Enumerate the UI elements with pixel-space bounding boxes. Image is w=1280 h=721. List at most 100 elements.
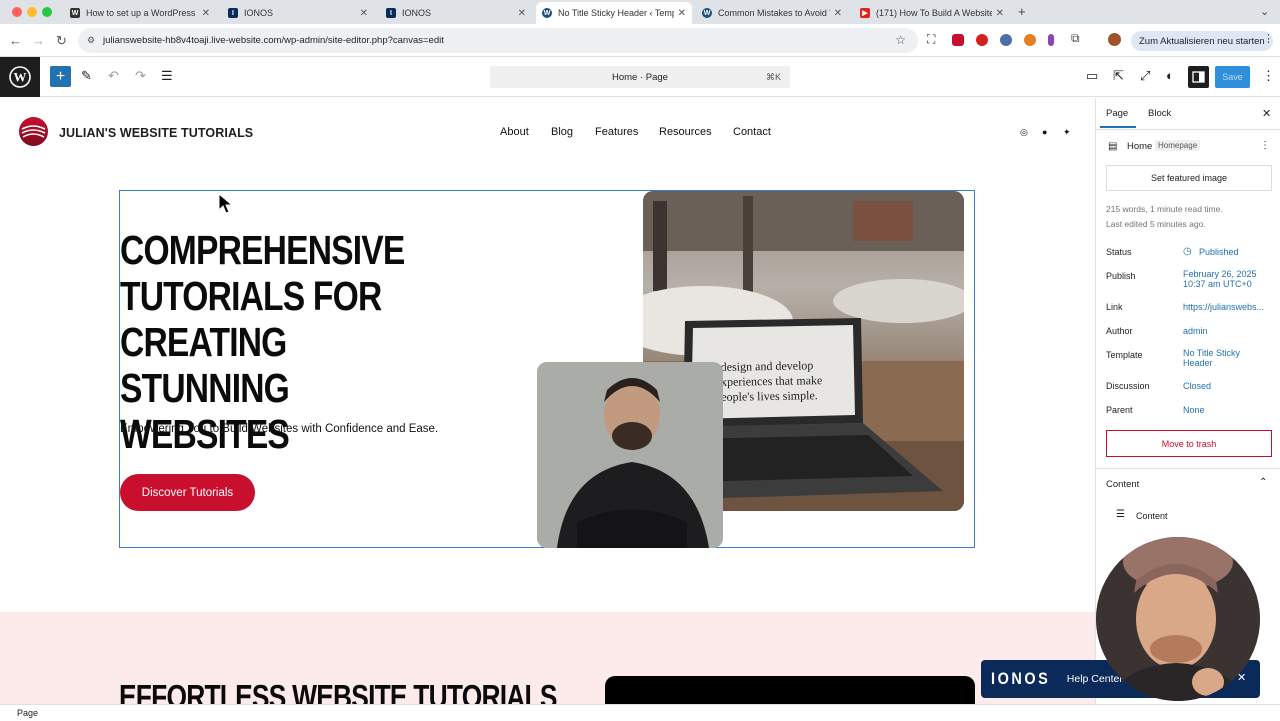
close-tab-icon[interactable]: ✕: [996, 8, 1004, 19]
instagram-icon[interactable]: ◎: [1020, 127, 1028, 138]
browser-tab[interactable]: W How to set up a WordPress W ✕: [64, 2, 216, 24]
content-panel-title[interactable]: Content: [1106, 479, 1139, 490]
nav-link-resources[interactable]: Resources: [659, 126, 712, 138]
extension-icon[interactable]: [1048, 34, 1054, 46]
hero-subheading[interactable]: Empowering You to Build Websites with Co…: [120, 423, 438, 435]
svg-text:W: W: [14, 70, 27, 85]
command-palette-bar[interactable]: Home · Page ⌘K: [490, 66, 790, 88]
reload-icon[interactable]: ↻: [56, 34, 67, 47]
template-label: Template: [1106, 350, 1143, 360]
discussion-value[interactable]: Closed: [1183, 381, 1275, 391]
close-sidebar-icon[interactable]: ✕: [1262, 107, 1271, 120]
close-window-button[interactable]: [12, 7, 22, 17]
site-title[interactable]: JULIAN'S WEBSITE TUTORIALS: [59, 126, 253, 140]
discover-tutorials-button[interactable]: Discover Tutorials: [120, 474, 255, 511]
close-tab-icon[interactable]: ✕: [678, 8, 686, 19]
fullscreen-icon[interactable]: ⤢: [1140, 69, 1150, 83]
nav-link-about[interactable]: About: [500, 126, 529, 138]
close-tab-icon[interactable]: ✕: [360, 8, 368, 19]
set-featured-image-label: Set featured image: [1150, 173, 1228, 183]
word-count-text: 215 words, 1 minute read time.: [1106, 204, 1223, 214]
hero-group-block[interactable]: COMPREHENSIVE TUTORIALS FOR CREATING STU…: [119, 190, 975, 548]
desktop-preview-icon[interactable]: ▭: [1086, 69, 1098, 83]
profile-avatar-icon[interactable]: [1108, 33, 1121, 46]
help-center-label: Help Center: [1066, 673, 1123, 685]
twitter-icon[interactable]: ✦: [1063, 127, 1071, 138]
published-check-icon: ◷: [1183, 246, 1192, 257]
content-item[interactable]: Content: [1136, 511, 1168, 521]
parent-value[interactable]: None: [1183, 405, 1275, 415]
browser-tab-bar: W How to set up a WordPress W ✕ I IONOS …: [0, 0, 1280, 24]
extensions-puzzle-icon[interactable]: ⧉: [1071, 31, 1080, 46]
tab-label: (171) How To Build A Website: [876, 8, 992, 18]
tab-list-chevron-icon[interactable]: ⌄: [1260, 5, 1269, 18]
bookmark-star-icon[interactable]: ☆: [895, 33, 906, 47]
options-menu-icon[interactable]: ⋮: [1262, 69, 1275, 83]
ionos-favicon-icon: I: [228, 8, 238, 18]
mouse-cursor-icon: [218, 193, 234, 214]
document-overview-icon[interactable]: ☰: [161, 69, 173, 83]
hero-heading-line: TUTORIALS FOR: [120, 273, 382, 319]
redo-icon[interactable]: ↷: [135, 69, 146, 83]
browser-tab-active[interactable]: W No Title Sticky Header ‹ Temp ✕: [536, 2, 692, 24]
update-restart-label: Zum Aktualisieren neu starten: [1139, 35, 1265, 47]
tab-label: How to set up a WordPress W: [86, 8, 198, 18]
browser-tab[interactable]: I IONOS ✕: [380, 2, 532, 24]
close-tab-icon[interactable]: ✕: [202, 8, 210, 19]
author-value[interactable]: admin: [1183, 326, 1275, 336]
wordpress-logo-icon[interactable]: W: [0, 57, 40, 97]
add-block-button[interactable]: +: [50, 66, 71, 87]
update-restart-button[interactable]: Zum Aktualisieren neu starten: [1131, 31, 1273, 51]
breadcrumb-page[interactable]: Page: [17, 708, 38, 718]
tab-block[interactable]: Block: [1148, 108, 1171, 119]
portrait-image[interactable]: [537, 362, 723, 548]
browser-tab[interactable]: ▶ (171) How To Build A Website ✕: [854, 2, 1010, 24]
browser-tab[interactable]: W Common Mistakes to Avoid W ✕: [696, 2, 848, 24]
extension-icon[interactable]: [1000, 34, 1012, 46]
dark-media-block[interactable]: [605, 676, 975, 704]
chevron-up-icon[interactable]: ⌃: [1259, 477, 1267, 488]
view-page-external-icon[interactable]: ⇱: [1113, 69, 1124, 83]
styles-contrast-icon[interactable]: ◐: [1166, 69, 1174, 83]
maximize-window-button[interactable]: [42, 7, 52, 17]
tab-page[interactable]: Page: [1106, 108, 1128, 119]
browser-tab[interactable]: I IONOS ✕: [222, 2, 374, 24]
nav-link-contact[interactable]: Contact: [733, 126, 771, 138]
screenshot-icon[interactable]: ⛶: [927, 32, 935, 47]
set-featured-image-button[interactable]: Set featured image: [1106, 165, 1272, 191]
site-logo-icon[interactable]: [19, 117, 48, 146]
forward-arrow-icon[interactable]: →: [32, 34, 45, 47]
save-button[interactable]: Save: [1215, 66, 1250, 88]
nav-link-features[interactable]: Features: [595, 126, 638, 138]
browser-menu-icon[interactable]: ⋮: [1263, 32, 1274, 45]
features-section[interactable]: EFFORTLESS WEBSITE TUTORIALS: [0, 612, 1095, 704]
close-tab-icon[interactable]: ✕: [834, 8, 842, 19]
new-tab-icon[interactable]: +: [1018, 4, 1026, 19]
undo-icon[interactable]: ↶: [108, 69, 119, 83]
page-actions-menu-icon[interactable]: ⋮: [1260, 140, 1270, 151]
facebook-icon[interactable]: ●: [1042, 127, 1047, 137]
section-heading[interactable]: EFFORTLESS WEBSITE TUTORIALS: [119, 678, 557, 704]
move-to-trash-button[interactable]: Move to trash: [1106, 430, 1272, 457]
ionos-logo: IONOS: [991, 669, 1051, 688]
minimize-window-button[interactable]: [27, 7, 37, 17]
wordpress-favicon-icon: W: [542, 8, 552, 18]
adblock-extension-icon[interactable]: [976, 34, 988, 46]
template-value[interactable]: No Title Sticky Header: [1183, 348, 1253, 368]
pencil-tools-icon[interactable]: ✎: [81, 69, 92, 83]
publish-label: Publish: [1106, 271, 1136, 281]
extension-icon[interactable]: [1024, 34, 1036, 46]
move-to-trash-label: Move to trash: [1161, 438, 1217, 449]
laptop-screen-text: xperiences that make: [720, 373, 823, 389]
status-value[interactable]: Published: [1199, 247, 1280, 257]
back-arrow-icon[interactable]: ←: [9, 34, 22, 47]
settings-sidebar-toggle-icon[interactable]: [1188, 66, 1209, 88]
close-tab-icon[interactable]: ✕: [518, 8, 526, 19]
page-title: Home: [1127, 141, 1153, 152]
url-field[interactable]: ⚙ julianswebsite-hb8v4toaji.live-website…: [78, 28, 918, 53]
nav-link-blog[interactable]: Blog: [551, 126, 573, 138]
publish-date-value[interactable]: February 26, 2025 10:37 am UTC+0: [1183, 269, 1275, 289]
vivaldi-extension-icon[interactable]: [952, 34, 964, 46]
site-info-icon[interactable]: ⚙: [87, 35, 95, 46]
link-value[interactable]: https://julianswebs...: [1183, 302, 1275, 312]
